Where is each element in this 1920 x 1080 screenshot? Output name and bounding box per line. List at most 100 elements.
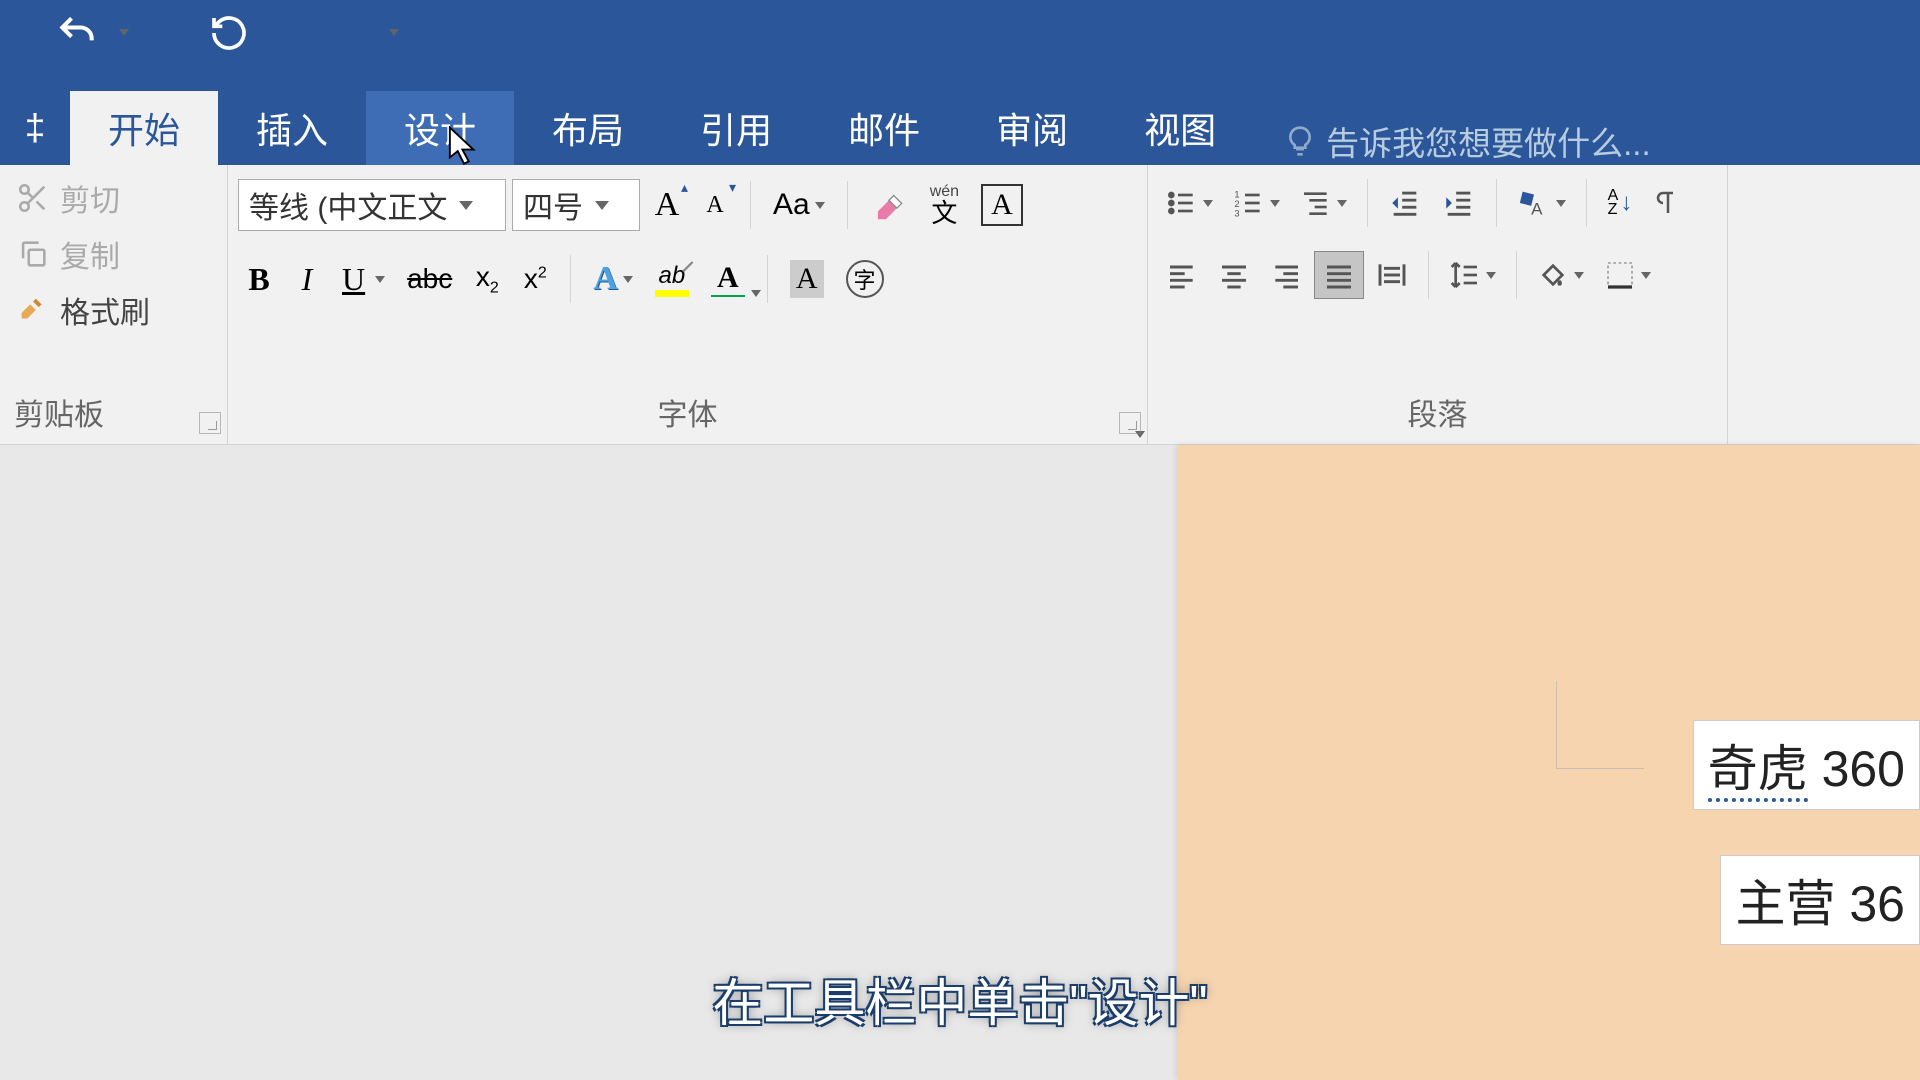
chevron-down-icon (1337, 200, 1347, 207)
shrink-font-button[interactable]: A ▾ (694, 181, 736, 229)
pilcrow-icon (1653, 188, 1683, 218)
copy-button[interactable]: 复制 (10, 229, 217, 279)
align-right-button[interactable] (1262, 251, 1310, 299)
ribbon: 剪切 复制 格式刷 剪贴板 等线 (中文正文 四号 (0, 165, 1920, 445)
multilevel-icon (1300, 187, 1332, 219)
subscript-button[interactable]: x2 (466, 255, 508, 303)
decrease-indent-button[interactable] (1380, 179, 1430, 227)
align-center-button[interactable] (1210, 251, 1258, 299)
bucket-icon (1537, 259, 1569, 291)
undo-button[interactable] (55, 11, 99, 55)
tab-insert[interactable]: 插入 (218, 91, 366, 165)
phonetic-guide-button[interactable]: wén 文 (922, 181, 967, 229)
copy-icon (16, 237, 50, 271)
file-tab-partial[interactable]: ‡ (0, 91, 70, 165)
group-clipboard: 剪切 复制 格式刷 剪贴板 (0, 165, 228, 444)
chevron-down-icon (595, 201, 609, 210)
chevron-down-icon (1203, 200, 1213, 207)
text-box-2[interactable]: 主营 36 (1720, 855, 1920, 945)
group-styles-partial (1728, 165, 1920, 444)
chevron-down-icon (375, 276, 385, 283)
char-shading-button[interactable]: A (782, 255, 832, 303)
asian-layout-button[interactable]: A (1509, 179, 1574, 227)
show-marks-button[interactable] (1645, 179, 1691, 227)
scissors-icon (16, 181, 50, 215)
multilevel-list-button[interactable] (1292, 179, 1355, 227)
svg-text:3: 3 (1234, 208, 1239, 218)
align-right-icon (1270, 259, 1302, 291)
page: 奇虎 360 主营 36 (1178, 445, 1920, 1080)
line-spacing-button[interactable] (1441, 251, 1504, 299)
chevron-down-icon (623, 276, 633, 283)
tab-design[interactable]: 设计 (366, 91, 514, 165)
grow-font-button[interactable]: A ▴ (646, 181, 688, 229)
distribute-icon (1376, 259, 1408, 291)
paintbrush-icon (16, 293, 50, 327)
font-name-combo[interactable]: 等线 (中文正文 (238, 179, 506, 231)
change-case-button[interactable]: Aa (765, 181, 833, 229)
chevron-down-icon (1486, 272, 1496, 279)
enclose-char-button[interactable]: 字 (838, 255, 892, 303)
line-spacing-icon (1449, 259, 1481, 291)
group-paragraph: 123 A AZ ↓ (1148, 165, 1728, 444)
font-dialog-launcher[interactable] (1119, 412, 1141, 434)
clear-formatting-button[interactable] (862, 181, 916, 229)
bold-button[interactable]: B (238, 255, 280, 303)
page-margin-corner (1556, 681, 1644, 769)
align-distribute-button[interactable] (1368, 251, 1416, 299)
sort-button[interactable]: AZ ↓ (1599, 179, 1641, 227)
font-size-combo[interactable]: 四号 (512, 179, 640, 231)
tab-home[interactable]: 开始 (70, 91, 218, 165)
borders-button[interactable] (1596, 251, 1659, 299)
undo-dropdown-icon[interactable] (119, 29, 129, 36)
tab-references[interactable]: 引用 (662, 91, 810, 165)
font-color-button[interactable]: A (703, 255, 753, 303)
font-group-label: 字体 (238, 384, 1137, 444)
tab-mailings[interactable]: 邮件 (810, 91, 958, 165)
tell-me-label: 告诉我您想要做什么... (1326, 117, 1651, 165)
format-painter-button[interactable]: 格式刷 (10, 285, 217, 335)
tab-layout[interactable]: 布局 (514, 91, 662, 165)
asian-icon: A (1517, 186, 1551, 220)
chevron-down-icon (1556, 200, 1566, 207)
indent-icon (1442, 186, 1476, 220)
strikethrough-button[interactable]: abc (399, 255, 460, 303)
clipboard-dialog-launcher[interactable] (199, 412, 221, 434)
shading-button[interactable] (1529, 251, 1592, 299)
tell-me-search[interactable]: 告诉我您想要做什么... (1284, 117, 1651, 165)
group-font: 等线 (中文正文 四号 A ▴ A ▾ Aa (228, 165, 1148, 444)
eraser-icon (870, 186, 908, 224)
superscript-button[interactable]: x2 (514, 255, 556, 303)
ribbon-tabs: ‡ 开始 插入 设计 布局 引用 邮件 审阅 视图 告诉我您想要做什么... (0, 65, 1920, 165)
borders-icon (1604, 259, 1636, 291)
tutorial-caption: 在工具栏中单击"设计" (712, 962, 1207, 1036)
chevron-down-icon (459, 201, 473, 210)
qat-customize-icon[interactable] (389, 29, 399, 36)
increase-indent-button[interactable] (1434, 179, 1484, 227)
text-box-1[interactable]: 奇虎 360 (1693, 720, 1920, 810)
quick-access-toolbar (0, 0, 1920, 65)
cut-button[interactable]: 剪切 (10, 173, 217, 223)
char-border-button[interactable]: A (973, 181, 1031, 229)
align-justify-icon (1323, 259, 1355, 291)
highlight-button[interactable]: ab (647, 255, 697, 303)
numbering-icon: 123 (1233, 187, 1265, 219)
underline-button[interactable]: U (334, 255, 393, 303)
svg-text:A: A (1531, 199, 1543, 218)
italic-button[interactable]: I (286, 255, 328, 303)
repeat-button[interactable] (209, 13, 249, 53)
paragraph-group-label: 段落 (1158, 384, 1717, 444)
tab-review[interactable]: 审阅 (958, 91, 1106, 165)
numbering-button[interactable]: 123 (1225, 179, 1288, 227)
align-left-button[interactable] (1158, 251, 1206, 299)
tab-view[interactable]: 视图 (1106, 91, 1254, 165)
lightbulb-icon (1284, 125, 1316, 157)
chevron-down-icon (751, 290, 761, 297)
align-left-icon (1166, 259, 1198, 291)
chevron-down-icon (815, 202, 825, 209)
align-justify-button[interactable] (1314, 251, 1364, 299)
bullets-button[interactable] (1158, 179, 1221, 227)
chevron-down-icon (1641, 272, 1651, 279)
chevron-down-icon (1574, 272, 1584, 279)
text-effects-button[interactable]: A (585, 255, 641, 303)
